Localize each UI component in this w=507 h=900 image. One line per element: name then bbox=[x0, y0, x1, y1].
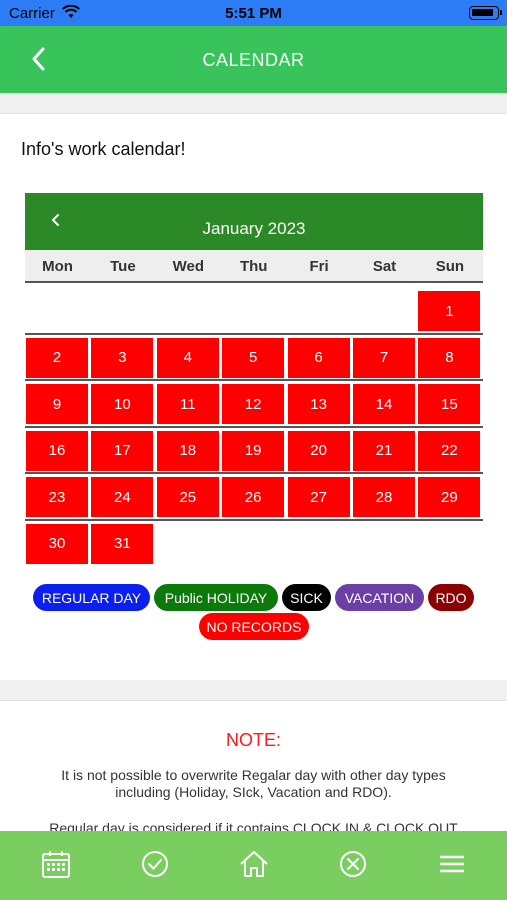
day-cell[interactable]: 18 bbox=[156, 430, 219, 471]
day-cell[interactable]: 4 bbox=[156, 337, 219, 378]
calendar-header: January 2023 bbox=[25, 193, 483, 250]
tab-bar bbox=[0, 831, 507, 900]
intro-text: Info's work calendar! bbox=[21, 139, 186, 159]
day-cell[interactable]: 14 bbox=[353, 384, 415, 424]
page-title: CALENDAR bbox=[202, 50, 305, 70]
week-separator bbox=[25, 332, 483, 335]
calendar-month-label: January 2023 bbox=[202, 219, 306, 238]
weekday-label: Sun bbox=[435, 258, 465, 275]
week-separator bbox=[25, 518, 483, 521]
day-cell[interactable]: 27 bbox=[287, 477, 350, 517]
day-cell[interactable]: 5 bbox=[222, 337, 285, 378]
day-cell[interactable]: 9 bbox=[26, 384, 88, 424]
top-divider bbox=[0, 93, 507, 114]
day-cell[interactable]: 15 bbox=[418, 384, 481, 424]
check-circle-icon bbox=[142, 851, 168, 877]
calendar: January 2023 Mon Tue Wed Thu Fri Sat Sun 12345… bbox=[25, 193, 483, 565]
status-time: 5:51 PM bbox=[225, 5, 282, 22]
day-cell[interactable]: 16 bbox=[26, 430, 88, 471]
day-cell[interactable]: 29 bbox=[418, 477, 481, 517]
day-cell[interactable]: 11 bbox=[156, 384, 219, 424]
day-cell[interactable]: 2 bbox=[26, 337, 88, 378]
calendar-screen: Carrier 5:51 PM CALENDAR Info's work cal… bbox=[0, 0, 507, 900]
day-cell[interactable]: 31 bbox=[91, 523, 154, 564]
middle-divider bbox=[0, 680, 507, 701]
day-cell[interactable]: 22 bbox=[418, 430, 481, 471]
legend-regular-day: REGULAR DAY bbox=[33, 584, 150, 611]
note-text: It is not possible to overwrite Regalar … bbox=[61, 767, 446, 800]
legend-public-holiday: Public HOLIDAY bbox=[154, 584, 278, 611]
menu-icon bbox=[440, 855, 464, 873]
day-cell[interactable]: 3 bbox=[91, 337, 154, 378]
day-cell[interactable]: 17 bbox=[91, 430, 154, 471]
note-title: NOTE: bbox=[225, 730, 281, 750]
day-cell[interactable]: 25 bbox=[156, 477, 219, 517]
weekday-label: Wed bbox=[172, 258, 204, 275]
tab-menu[interactable] bbox=[436, 848, 468, 880]
tab-check[interactable] bbox=[139, 848, 171, 880]
day-cell[interactable]: 7 bbox=[353, 337, 415, 378]
week-separator bbox=[25, 472, 483, 474]
day-cell[interactable]: 23 bbox=[26, 477, 88, 517]
day-cell[interactable]: 12 bbox=[222, 384, 285, 424]
day-cell[interactable]: 1 bbox=[418, 291, 481, 331]
day-cell[interactable]: 10 bbox=[91, 384, 154, 424]
day-cell[interactable]: 28 bbox=[353, 477, 415, 517]
day-cell[interactable]: 6 bbox=[287, 337, 350, 378]
tab-calendar[interactable] bbox=[40, 848, 72, 880]
legend-rdo: RDO bbox=[428, 584, 474, 611]
day-cell[interactable]: 21 bbox=[353, 430, 415, 471]
weekday-row: Mon Tue Wed Thu Fri Sat Sun bbox=[25, 250, 483, 283]
battery-icon bbox=[469, 6, 502, 20]
day-cell[interactable]: 8 bbox=[418, 337, 481, 378]
home-icon bbox=[240, 851, 268, 877]
day-cell[interactable]: 24 bbox=[91, 477, 154, 517]
day-cell[interactable]: 26 bbox=[222, 477, 285, 517]
calendar-icon bbox=[42, 851, 70, 878]
weekday-label: Fri bbox=[309, 258, 329, 275]
legend-no-records: NO RECORDS bbox=[199, 613, 309, 640]
day-cell[interactable]: 20 bbox=[287, 430, 350, 471]
tab-home[interactable] bbox=[238, 848, 270, 880]
legend-vacation: VACATION bbox=[335, 584, 424, 611]
weekday-label: Mon bbox=[42, 258, 73, 275]
nav-bar: CALENDAR bbox=[0, 26, 507, 93]
weekday-label: Tue bbox=[110, 258, 136, 275]
weekday-label: Sat bbox=[372, 258, 397, 275]
status-bar: Carrier 5:51 PM bbox=[0, 0, 507, 26]
close-circle-icon bbox=[340, 851, 366, 877]
week-separator bbox=[25, 379, 483, 381]
legend-sick: SICK bbox=[282, 584, 331, 611]
tab-cancel[interactable] bbox=[337, 848, 369, 880]
day-cell[interactable]: 30 bbox=[26, 523, 88, 564]
week-separator bbox=[25, 425, 483, 428]
weekday-label: Thu bbox=[239, 258, 268, 275]
day-cell[interactable]: 19 bbox=[222, 430, 285, 471]
day-cell[interactable]: 13 bbox=[287, 384, 350, 424]
